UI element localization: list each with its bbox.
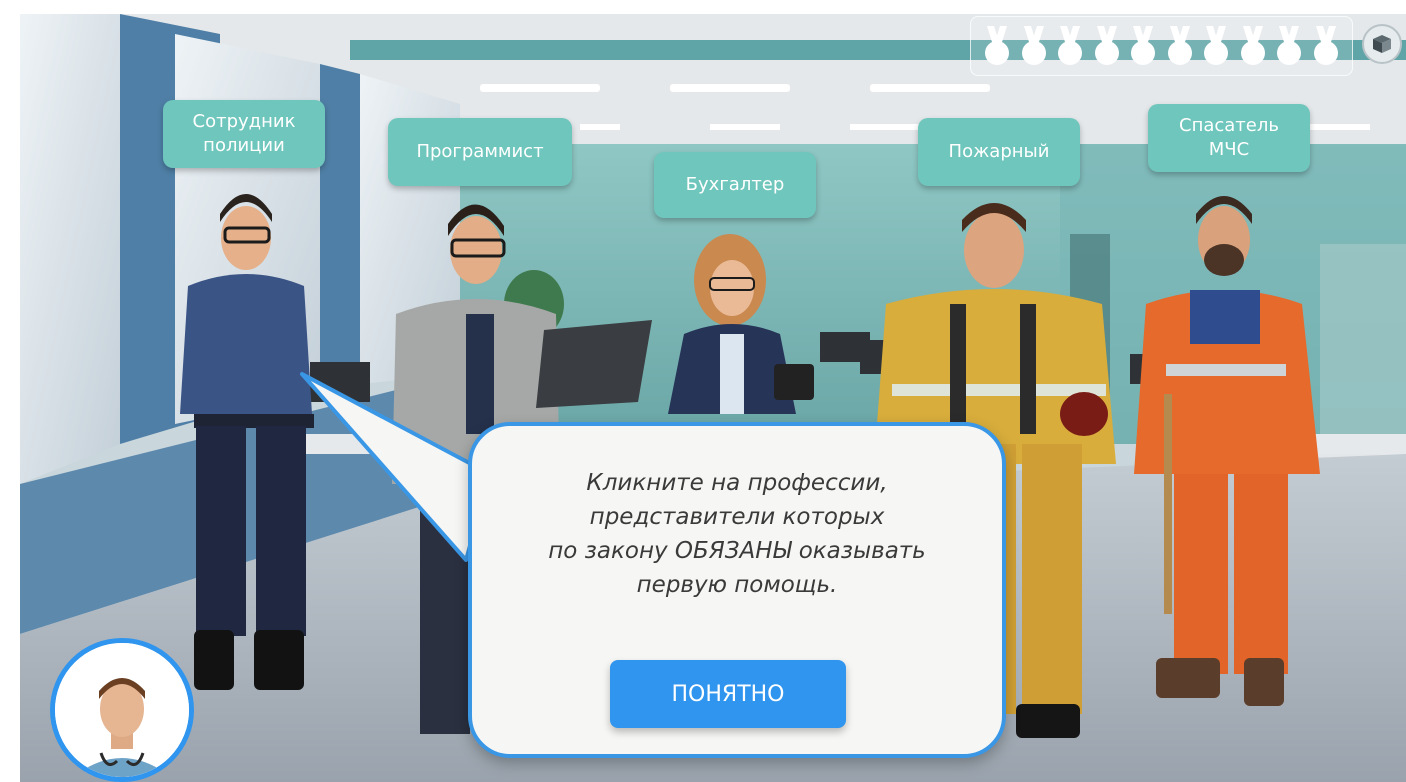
medal-icon bbox=[1313, 26, 1338, 65]
cube-icon[interactable] bbox=[1362, 24, 1402, 64]
medal-icon bbox=[1131, 26, 1156, 65]
profession-label-programmer[interactable]: Программист bbox=[388, 118, 572, 186]
ok-button[interactable]: ПОНЯТНО bbox=[610, 660, 846, 728]
medal-icon bbox=[1021, 26, 1046, 65]
profession-label-police[interactable]: Сотрудник полиции bbox=[163, 100, 325, 168]
medal-icon bbox=[1167, 26, 1192, 65]
medals-progress-bar bbox=[970, 16, 1353, 76]
medal-icon bbox=[1204, 26, 1229, 65]
medal-icon bbox=[1240, 26, 1265, 65]
instruction-dialog: Кликните на профессии, представители кот… bbox=[468, 422, 1006, 758]
profession-label-firefighter[interactable]: Пожарный bbox=[918, 118, 1080, 186]
game-stage: Сотрудник полиции Программист Бухгалтер … bbox=[20, 14, 1406, 782]
medal-icon bbox=[1058, 26, 1083, 65]
medal-icon bbox=[1094, 26, 1119, 65]
dialog-message: Кликните на профессии, представители кот… bbox=[548, 470, 926, 598]
medal-icon bbox=[1277, 26, 1302, 65]
doctor-avatar[interactable] bbox=[50, 638, 194, 782]
medal-icon bbox=[985, 26, 1009, 65]
profession-label-accountant[interactable]: Бухгалтер bbox=[654, 152, 816, 218]
profession-label-rescuer[interactable]: Спасатель МЧС bbox=[1148, 104, 1310, 172]
